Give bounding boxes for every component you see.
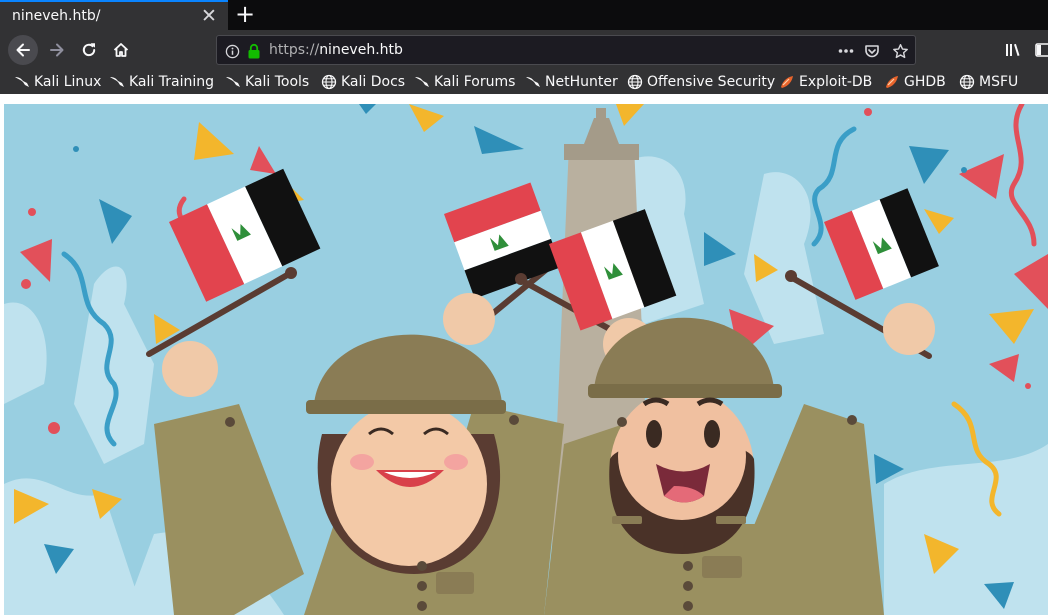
bookmark-label: MSFU [979, 74, 1019, 90]
flag-left [146, 168, 321, 357]
sidebar-icon[interactable] [1028, 35, 1048, 65]
url-scheme: https:// [269, 42, 320, 58]
tab-strip: nineveh.htb/ ✕ + [0, 0, 1048, 30]
hero-illustration [4, 104, 1048, 615]
bookmark-label: NetHunter [545, 74, 618, 90]
bookmark-kali-training[interactable]: Kali Training [109, 72, 214, 92]
globe-icon [959, 74, 975, 90]
bookmark-label: Exploit-DB [799, 74, 873, 90]
url-text[interactable]: https://nineveh.htb [269, 42, 403, 58]
bookmark-label: GHDB [904, 74, 946, 90]
bookmark-label: Kali Linux [34, 74, 102, 90]
back-arrow-icon[interactable] [8, 35, 38, 65]
bookmark-ghdb[interactable]: GHDB [884, 72, 946, 92]
exploit-db-icon [884, 74, 900, 90]
pocket-icon[interactable] [863, 42, 881, 60]
close-tab-icon[interactable]: ✕ [199, 6, 219, 26]
bookmark-label: Offensive Security [647, 74, 776, 90]
page-actions-icon[interactable] [837, 42, 855, 60]
home-icon[interactable] [106, 35, 136, 65]
bookmark-offensive-security[interactable]: Offensive Security [627, 72, 775, 92]
browser-window: nineveh.htb/ ✕ + https://nineveh.htb Kal… [0, 0, 1048, 615]
page-content [0, 94, 1048, 615]
address-bar[interactable]: https://nineveh.htb [216, 35, 916, 65]
bookmark-kali-linux[interactable]: Kali Linux [14, 72, 101, 92]
soldier-woman [154, 293, 564, 615]
url-host: nineveh.htb [319, 42, 403, 58]
bookmark-kali-tools[interactable]: Kali Tools [225, 72, 309, 92]
library-icon[interactable] [998, 35, 1028, 65]
bookmark-label: Kali Training [129, 74, 214, 90]
bookmark-kali-docs[interactable]: Kali Docs [321, 72, 405, 92]
exploit-db-icon [779, 74, 795, 90]
bookmark-label: Kali Tools [245, 74, 310, 90]
navigation-toolbar: https://nineveh.htb [0, 30, 1048, 70]
forward-arrow-icon[interactable] [42, 35, 72, 65]
bookmark-msfu[interactable]: MSFU [959, 72, 1018, 92]
info-icon[interactable] [223, 42, 241, 60]
bookmark-label: Kali Forums [434, 74, 516, 90]
kali-dragon-icon [414, 74, 430, 90]
reload-icon[interactable] [74, 35, 104, 65]
kali-dragon-icon [225, 74, 241, 90]
globe-icon [321, 74, 337, 90]
kali-dragon-icon [109, 74, 125, 90]
bookmark-kali-forums[interactable]: Kali Forums [414, 72, 515, 92]
celebration-illustration [4, 104, 1048, 615]
bookmark-exploit-db[interactable]: Exploit-DB [779, 72, 872, 92]
bookmark-star-icon[interactable] [891, 42, 909, 60]
bookmark-nethunter[interactable]: NetHunter [525, 72, 618, 92]
kali-dragon-icon [525, 74, 541, 90]
globe-icon [627, 74, 643, 90]
bookmark-label: Kali Docs [341, 74, 406, 90]
lock-icon[interactable] [245, 42, 263, 60]
new-tab-icon[interactable]: + [232, 1, 258, 27]
bookmarks-toolbar: Kali Linux Kali Training Kali Tools Kali… [0, 70, 1048, 94]
tab-title: nineveh.htb/ [12, 8, 101, 24]
tab-nineveh[interactable]: nineveh.htb/ ✕ [0, 0, 228, 30]
kali-dragon-icon [14, 74, 30, 90]
